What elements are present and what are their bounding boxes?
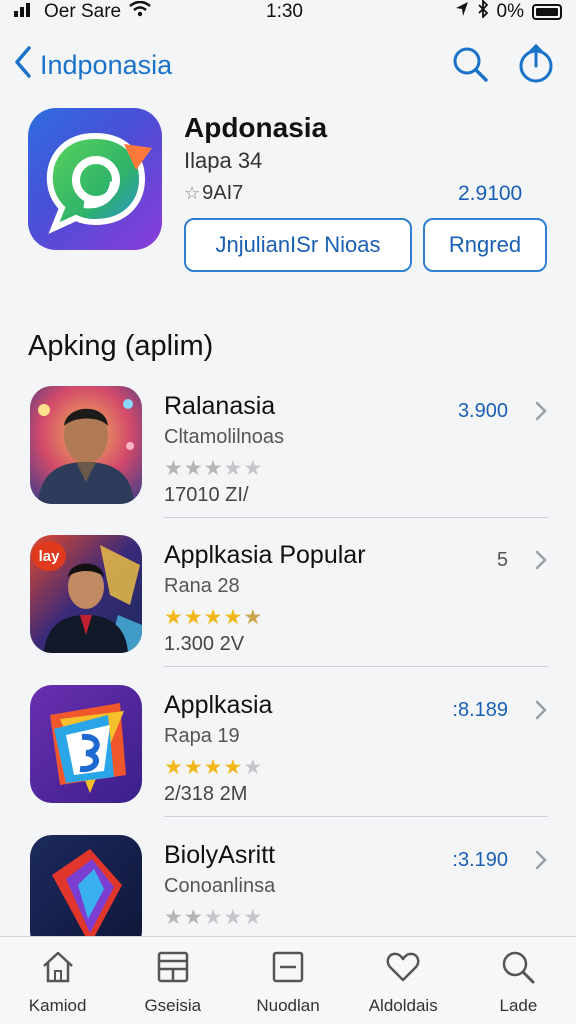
- star-outline-icon: ☆: [184, 183, 201, 203]
- search-button[interactable]: [450, 44, 490, 84]
- app-thumbnail: [30, 685, 142, 803]
- star-icon: ★: [223, 457, 244, 480]
- back-label: Indponasia: [40, 50, 173, 80]
- star-icon: ★: [164, 906, 184, 929]
- battery-icon: [532, 4, 562, 20]
- star-icon: ★: [203, 906, 224, 929]
- star-icon: ★: [164, 756, 184, 779]
- rating-value: 9AI7: [202, 182, 244, 204]
- app-developer: Conoanlinsa: [164, 875, 276, 897]
- app-subtitle: Ilapa 34: [184, 148, 263, 173]
- app-developer: Cltamolilnoas: [164, 426, 285, 448]
- status-bar: Oer Sare 1:30 0%: [0, 0, 576, 24]
- secondary-action-button[interactable]: Rngred: [423, 218, 547, 272]
- app-name: Applkasia: [164, 691, 273, 719]
- tab-favorites[interactable]: Aldoldais: [346, 937, 461, 1024]
- app-developer: Rapa 19: [164, 725, 240, 747]
- app-title: Apdonasia: [184, 112, 328, 143]
- app-name: BiolyAsritt: [164, 841, 276, 869]
- app-rating: ☆ 9AI7: [184, 182, 243, 205]
- tab-label: Aldoldais: [368, 996, 438, 1015]
- clock: 1:30: [266, 1, 303, 22]
- tab-square[interactable]: Nuodlan: [230, 937, 345, 1024]
- star-icon: ★: [203, 457, 224, 480]
- star-icon: ★: [243, 756, 264, 779]
- nav-bar: Indponasia: [0, 40, 576, 92]
- app-price: :3.190: [452, 849, 508, 871]
- star-icon: ★: [223, 606, 244, 629]
- share-button[interactable]: [516, 43, 556, 84]
- section-title: Apking (aplim): [28, 330, 214, 362]
- star-rating: ★★★★★: [164, 905, 263, 930]
- back-button[interactable]: Indponasia: [14, 46, 172, 85]
- star-icon: ★: [183, 606, 204, 629]
- star-icon: ★: [183, 756, 204, 779]
- square-icon: [270, 949, 306, 990]
- app-icon: [28, 108, 162, 250]
- heart-icon: [385, 949, 421, 990]
- app-size: 1.300 2V: [164, 633, 245, 655]
- star-icon: ★: [203, 756, 224, 779]
- star-icon: ★: [223, 756, 244, 779]
- app-price: 5: [496, 549, 508, 571]
- app-name: Ralanasia: [164, 392, 276, 420]
- star-icon: ★: [203, 606, 224, 629]
- app-name: Applkasia Popular: [164, 541, 366, 569]
- tab-label: Gseisia: [144, 996, 202, 1015]
- star-icon: ★: [243, 906, 264, 929]
- star-icon: ★: [183, 906, 204, 929]
- chevron-right-icon[interactable]: [534, 400, 548, 422]
- star-icon: ★: [164, 457, 184, 480]
- tab-layout[interactable]: Gseisia: [115, 937, 230, 1024]
- chevron-right-icon[interactable]: [534, 849, 548, 871]
- star-icon: ★: [183, 457, 204, 480]
- list-item[interactable]: lay Applkasia Popular Rana 28 ★★★★★ 1.30…: [0, 535, 576, 685]
- wifi-icon: [129, 0, 151, 23]
- share-icon: [516, 43, 556, 88]
- layout-icon: [155, 949, 191, 990]
- tab-home[interactable]: Kamiod: [0, 937, 115, 1024]
- search-icon: [450, 47, 490, 88]
- search-icon: [500, 949, 536, 990]
- star-rating: ★★★★★: [164, 456, 263, 481]
- divider: [164, 517, 548, 518]
- app-thumbnail: lay: [30, 535, 142, 653]
- battery-percent: 0%: [496, 1, 524, 22]
- app-developer: Rana 28: [164, 575, 240, 597]
- tab-label: Kamiod: [28, 996, 87, 1015]
- app-badge: lay: [32, 541, 66, 571]
- star-rating: ★★★★★: [164, 605, 263, 630]
- home-icon: [40, 949, 76, 990]
- star-icon: ★: [223, 906, 244, 929]
- app-size: 2/318 2M: [164, 783, 248, 805]
- tab-search[interactable]: Lade: [461, 937, 576, 1024]
- list-item[interactable]: Ralanasia Cltamolilnoas ★★★★★ 17010 ZI/ …: [0, 386, 576, 536]
- divider: [164, 666, 548, 667]
- app-thumbnail: [30, 386, 142, 504]
- star-icon: ★: [164, 606, 184, 629]
- chevron-right-icon[interactable]: [534, 549, 548, 571]
- app-price: :8.189: [452, 699, 508, 721]
- tab-label: Lade: [499, 996, 538, 1015]
- star-icon: ★: [243, 606, 264, 629]
- tab-label: Nuodlan: [256, 996, 320, 1015]
- location-icon: [455, 1, 469, 23]
- bluetooth-icon: [477, 0, 489, 24]
- list-item[interactable]: Applkasia Rapa 19 ★★★★★ 2/318 2M :8.189: [0, 685, 576, 835]
- chevron-left-icon: [14, 46, 32, 85]
- carrier-label: Oer Sare: [44, 1, 122, 22]
- primary-action-button[interactable]: JnjulianISr Nioas: [184, 218, 412, 272]
- tab-bar: Kamiod Gseisia Nuodlan Aldoldais Lade: [0, 936, 576, 1024]
- star-rating: ★★★★★: [164, 755, 263, 780]
- app-price: 2.9100: [458, 182, 523, 205]
- divider: [164, 816, 548, 817]
- star-icon: ★: [243, 457, 264, 480]
- signal-icon: [14, 1, 36, 23]
- chevron-right-icon[interactable]: [534, 699, 548, 721]
- app-size: 17010 ZI/: [164, 484, 249, 506]
- app-price: 3.900: [457, 400, 508, 422]
